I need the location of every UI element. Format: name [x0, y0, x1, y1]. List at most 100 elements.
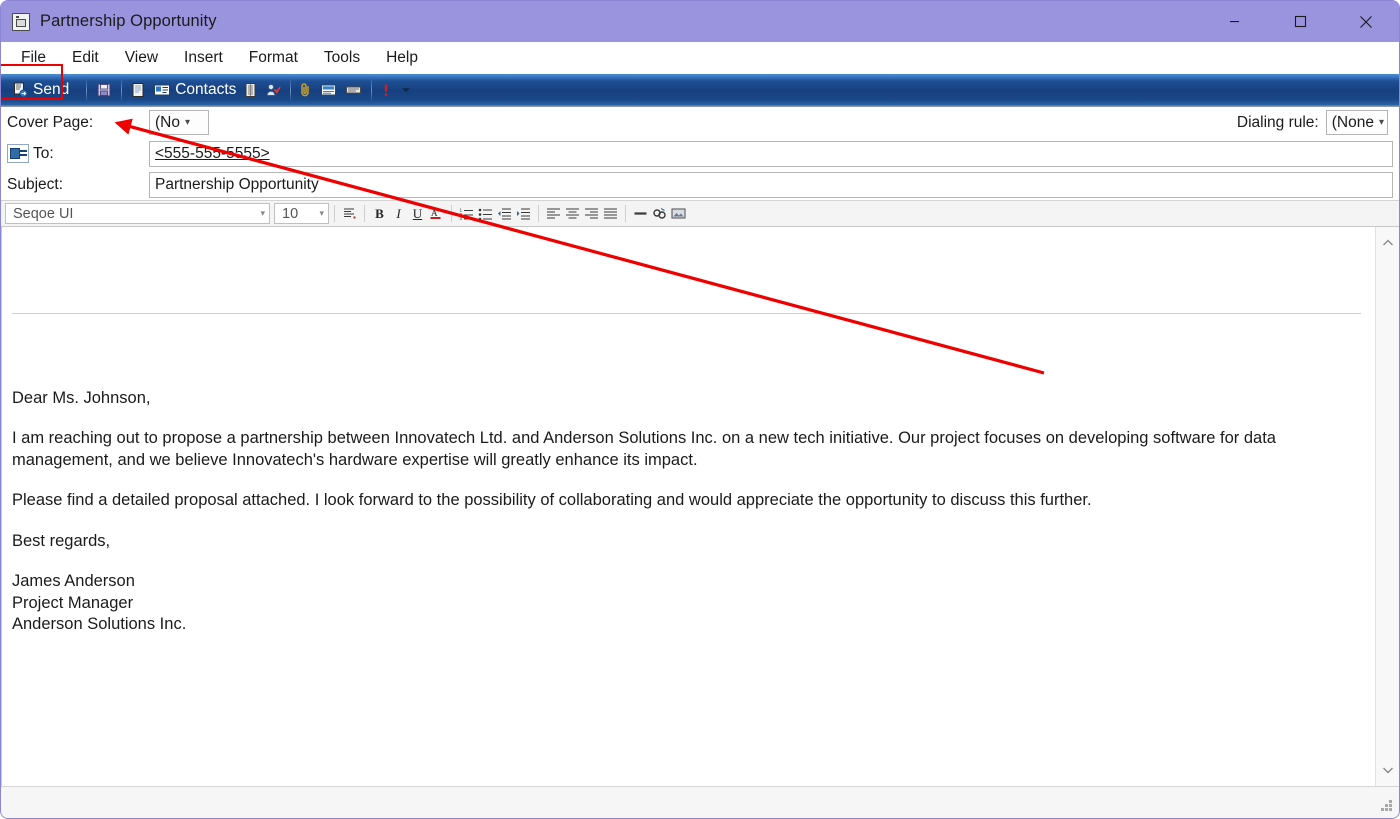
format-toolbar: Seqoe UI ▾ 10 ▾ B I U A 1 — [1, 200, 1399, 227]
align-right-icon[interactable] — [582, 204, 601, 224]
italic-icon[interactable]: I — [389, 204, 408, 224]
signature-name: James Anderson — [12, 571, 1361, 592]
paragraph-style-icon[interactable] — [340, 204, 359, 224]
format-separator-3 — [451, 205, 452, 222]
fax-compose-window: Partnership Opportunity File Edit View I… — [0, 0, 1400, 819]
send-button-label: Send — [33, 81, 69, 99]
message-body-area: Dear Ms. Johnson, I am reaching out to p… — [1, 227, 1399, 786]
body-horizontal-rule — [12, 313, 1361, 314]
numbered-list-icon[interactable]: 1 2 3 — [457, 204, 476, 224]
message-closing: Best regards, — [12, 531, 1361, 552]
font-color-icon[interactable]: A — [427, 204, 446, 224]
menu-tools[interactable]: Tools — [311, 46, 373, 70]
send-button[interactable]: Send — [3, 74, 81, 107]
subject-label: Subject: — [1, 176, 149, 194]
to-row: To: <555-555-5555> — [1, 138, 1399, 169]
dialing-rule-group: Dialing rule: (None ▾ — [1237, 110, 1393, 135]
fax-header-fields: Cover Page: (No ▾ Dialing rule: (None ▾ … — [1, 107, 1399, 200]
cover-page-select[interactable]: (No ▾ — [149, 110, 209, 135]
format-separator-4 — [538, 205, 539, 222]
format-separator-5 — [625, 205, 626, 222]
maximize-button[interactable] — [1267, 1, 1333, 42]
priority-icon[interactable] — [377, 77, 395, 103]
close-button[interactable] — [1333, 1, 1399, 42]
bulleted-list-icon[interactable] — [476, 204, 495, 224]
send-fax-icon — [13, 82, 29, 98]
message-paragraph-2: Please find a detailed proposal attached… — [12, 490, 1361, 511]
toolbar-separator-2 — [121, 79, 122, 101]
message-greeting: Dear Ms. Johnson, — [12, 388, 1361, 409]
dialing-rule-label: Dialing rule: — [1237, 114, 1319, 132]
chevron-down-icon: ▾ — [319, 208, 324, 219]
svg-text:3: 3 — [460, 216, 463, 221]
overflow-chevron-icon[interactable] — [395, 77, 417, 103]
cover-page-row: Cover Page: (No ▾ Dialing rule: (None ▾ — [1, 107, 1399, 138]
format-separator-2 — [364, 205, 365, 222]
signature-title: Project Manager — [12, 593, 1361, 614]
to-input[interactable]: <555-555-5555> — [149, 141, 1393, 167]
menu-format[interactable]: Format — [236, 46, 311, 70]
menu-edit[interactable]: Edit — [59, 46, 112, 70]
title-bar: Partnership Opportunity — [1, 1, 1399, 42]
to-value: <555-555-5555> — [155, 145, 270, 163]
decrease-indent-icon[interactable] — [495, 204, 514, 224]
font-family-select[interactable]: Seqoe UI ▾ — [5, 203, 270, 224]
bold-icon[interactable]: B — [370, 204, 389, 224]
increase-indent-icon[interactable] — [514, 204, 533, 224]
vertical-scrollbar[interactable] — [1375, 227, 1399, 786]
main-toolbar: Send Contacts — [1, 74, 1399, 107]
format-separator-1 — [334, 205, 335, 222]
horizontal-rule-icon[interactable] — [631, 204, 650, 224]
subject-row: Subject: Partnership Opportunity — [1, 169, 1399, 200]
insert-text-icon[interactable] — [341, 77, 366, 103]
justify-icon[interactable] — [601, 204, 620, 224]
cover-page-label: Cover Page: — [1, 114, 149, 132]
scroll-down-arrow[interactable] — [1377, 759, 1399, 781]
toolbar-separator-3 — [290, 79, 291, 101]
subject-value: Partnership Opportunity — [155, 176, 319, 194]
scroll-up-arrow[interactable] — [1377, 232, 1399, 254]
save-icon[interactable] — [92, 77, 116, 103]
attachment-icon[interactable] — [296, 77, 316, 103]
subject-input[interactable]: Partnership Opportunity — [149, 172, 1393, 198]
to-label: To: — [33, 145, 54, 163]
window-title: Partnership Opportunity — [40, 12, 217, 31]
contacts-icon — [153, 82, 171, 98]
toolbar-separator-1 — [86, 79, 87, 101]
cover-page-value: (No — [155, 114, 180, 132]
signature-company: Anderson Solutions Inc. — [12, 614, 1361, 635]
menu-help[interactable]: Help — [373, 46, 431, 70]
menu-view[interactable]: View — [112, 46, 171, 70]
resize-grip[interactable] — [1380, 800, 1393, 813]
windows-contacts-icon[interactable] — [240, 77, 261, 103]
menu-insert[interactable]: Insert — [171, 46, 236, 70]
chevron-down-icon: ▾ — [185, 118, 190, 128]
message-signature: James Anderson Project Manager Anderson … — [12, 571, 1361, 635]
check-names-icon[interactable] — [261, 77, 285, 103]
fax-document-icon — [12, 13, 30, 31]
chevron-down-icon: ▾ — [260, 208, 265, 219]
font-family-value: Seqoe UI — [13, 206, 73, 222]
contacts-label: Contacts — [175, 81, 236, 99]
svg-text:A: A — [431, 208, 438, 218]
contacts-button[interactable]: Contacts — [149, 77, 240, 103]
align-left-icon[interactable] — [544, 204, 563, 224]
cover-page-icon[interactable] — [316, 77, 341, 103]
address-card-icon — [7, 144, 29, 163]
message-editor[interactable]: Dear Ms. Johnson, I am reaching out to p… — [1, 227, 1375, 786]
menu-file[interactable]: File — [8, 46, 59, 70]
dialing-rule-value: (None — [1332, 114, 1374, 132]
insert-picture-icon[interactable] — [669, 204, 688, 224]
menu-bar: File Edit View Insert Format Tools Help — [1, 42, 1399, 74]
align-center-icon[interactable] — [563, 204, 582, 224]
to-label-group[interactable]: To: — [1, 144, 149, 163]
underline-icon[interactable]: U — [408, 204, 427, 224]
minimize-button[interactable] — [1201, 1, 1267, 42]
chevron-down-icon: ▾ — [1379, 118, 1384, 128]
status-bar — [1, 786, 1399, 818]
dialing-rule-select[interactable]: (None ▾ — [1326, 110, 1388, 135]
address-book-icon[interactable] — [127, 77, 149, 103]
font-size-select[interactable]: 10 ▾ — [274, 203, 329, 224]
insert-link-icon[interactable] — [650, 204, 669, 224]
font-size-value: 10 — [282, 206, 298, 222]
